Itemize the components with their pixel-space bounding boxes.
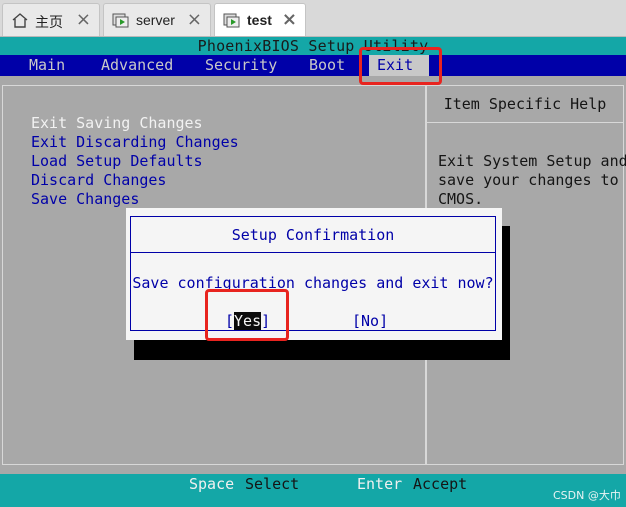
close-icon[interactable]: ×	[187, 9, 202, 30]
dialog-title: Setup Confirmation	[131, 217, 495, 253]
setup-confirmation-dialog: Setup Confirmation Save configuration ch…	[126, 208, 502, 340]
tab-server[interactable]: server ×	[103, 3, 211, 36]
option-exit-discarding-changes[interactable]: Exit Discarding Changes	[31, 133, 239, 151]
watermark: CSDN @大巾	[553, 489, 621, 502]
menu-advanced[interactable]: Advanced	[101, 55, 173, 76]
menu-main[interactable]: Main	[29, 55, 65, 76]
dialog-message: Save configuration changes and exit now?	[132, 274, 494, 292]
close-icon[interactable]: ×	[282, 9, 297, 30]
vm-tab-bar: 主页 × server × test ×	[0, 0, 626, 37]
option-discard-changes[interactable]: Discard Changes	[31, 171, 166, 189]
tab-label: test	[247, 12, 272, 28]
vm-play-icon	[223, 13, 240, 28]
option-exit-saving-changes[interactable]: Exit Saving Changes	[31, 114, 203, 132]
footer-key-enter: Enter	[357, 475, 403, 493]
close-icon[interactable]: ×	[76, 9, 91, 30]
menu-boot[interactable]: Boot	[309, 55, 345, 76]
help-text-line: save your changes to	[438, 171, 619, 189]
help-header: Item Specific Help	[427, 86, 623, 123]
bios-footer: Space Select Enter Accept	[0, 474, 626, 507]
vm-play-icon	[112, 13, 129, 28]
footer-key-space: Space	[189, 475, 235, 493]
exit-highlight-annotation	[359, 47, 442, 85]
tab-home[interactable]: 主页 ×	[2, 3, 100, 36]
tab-label: server	[136, 12, 175, 28]
bios-title: PhoenixBIOS Setup Utility	[0, 37, 626, 55]
yes-highlight-annotation	[205, 289, 289, 341]
tab-test[interactable]: test ×	[214, 3, 306, 36]
option-load-setup-defaults[interactable]: Load Setup Defaults	[31, 152, 203, 170]
footer-action-select: Select	[245, 475, 300, 493]
help-text-line: CMOS.	[438, 190, 484, 208]
no-button[interactable]: [No]	[352, 312, 388, 330]
menu-security[interactable]: Security	[205, 55, 277, 76]
help-text-line: Exit System Setup and	[438, 152, 626, 170]
bios-menu-bar: Main Advanced Security Boot Exit	[0, 55, 626, 76]
tab-label: 主页	[35, 14, 63, 30]
dialog-frame: Setup Confirmation Save configuration ch…	[130, 216, 496, 331]
home-icon	[12, 13, 28, 28]
option-save-changes[interactable]: Save Changes	[31, 190, 139, 208]
footer-action-accept: Accept	[413, 475, 468, 493]
